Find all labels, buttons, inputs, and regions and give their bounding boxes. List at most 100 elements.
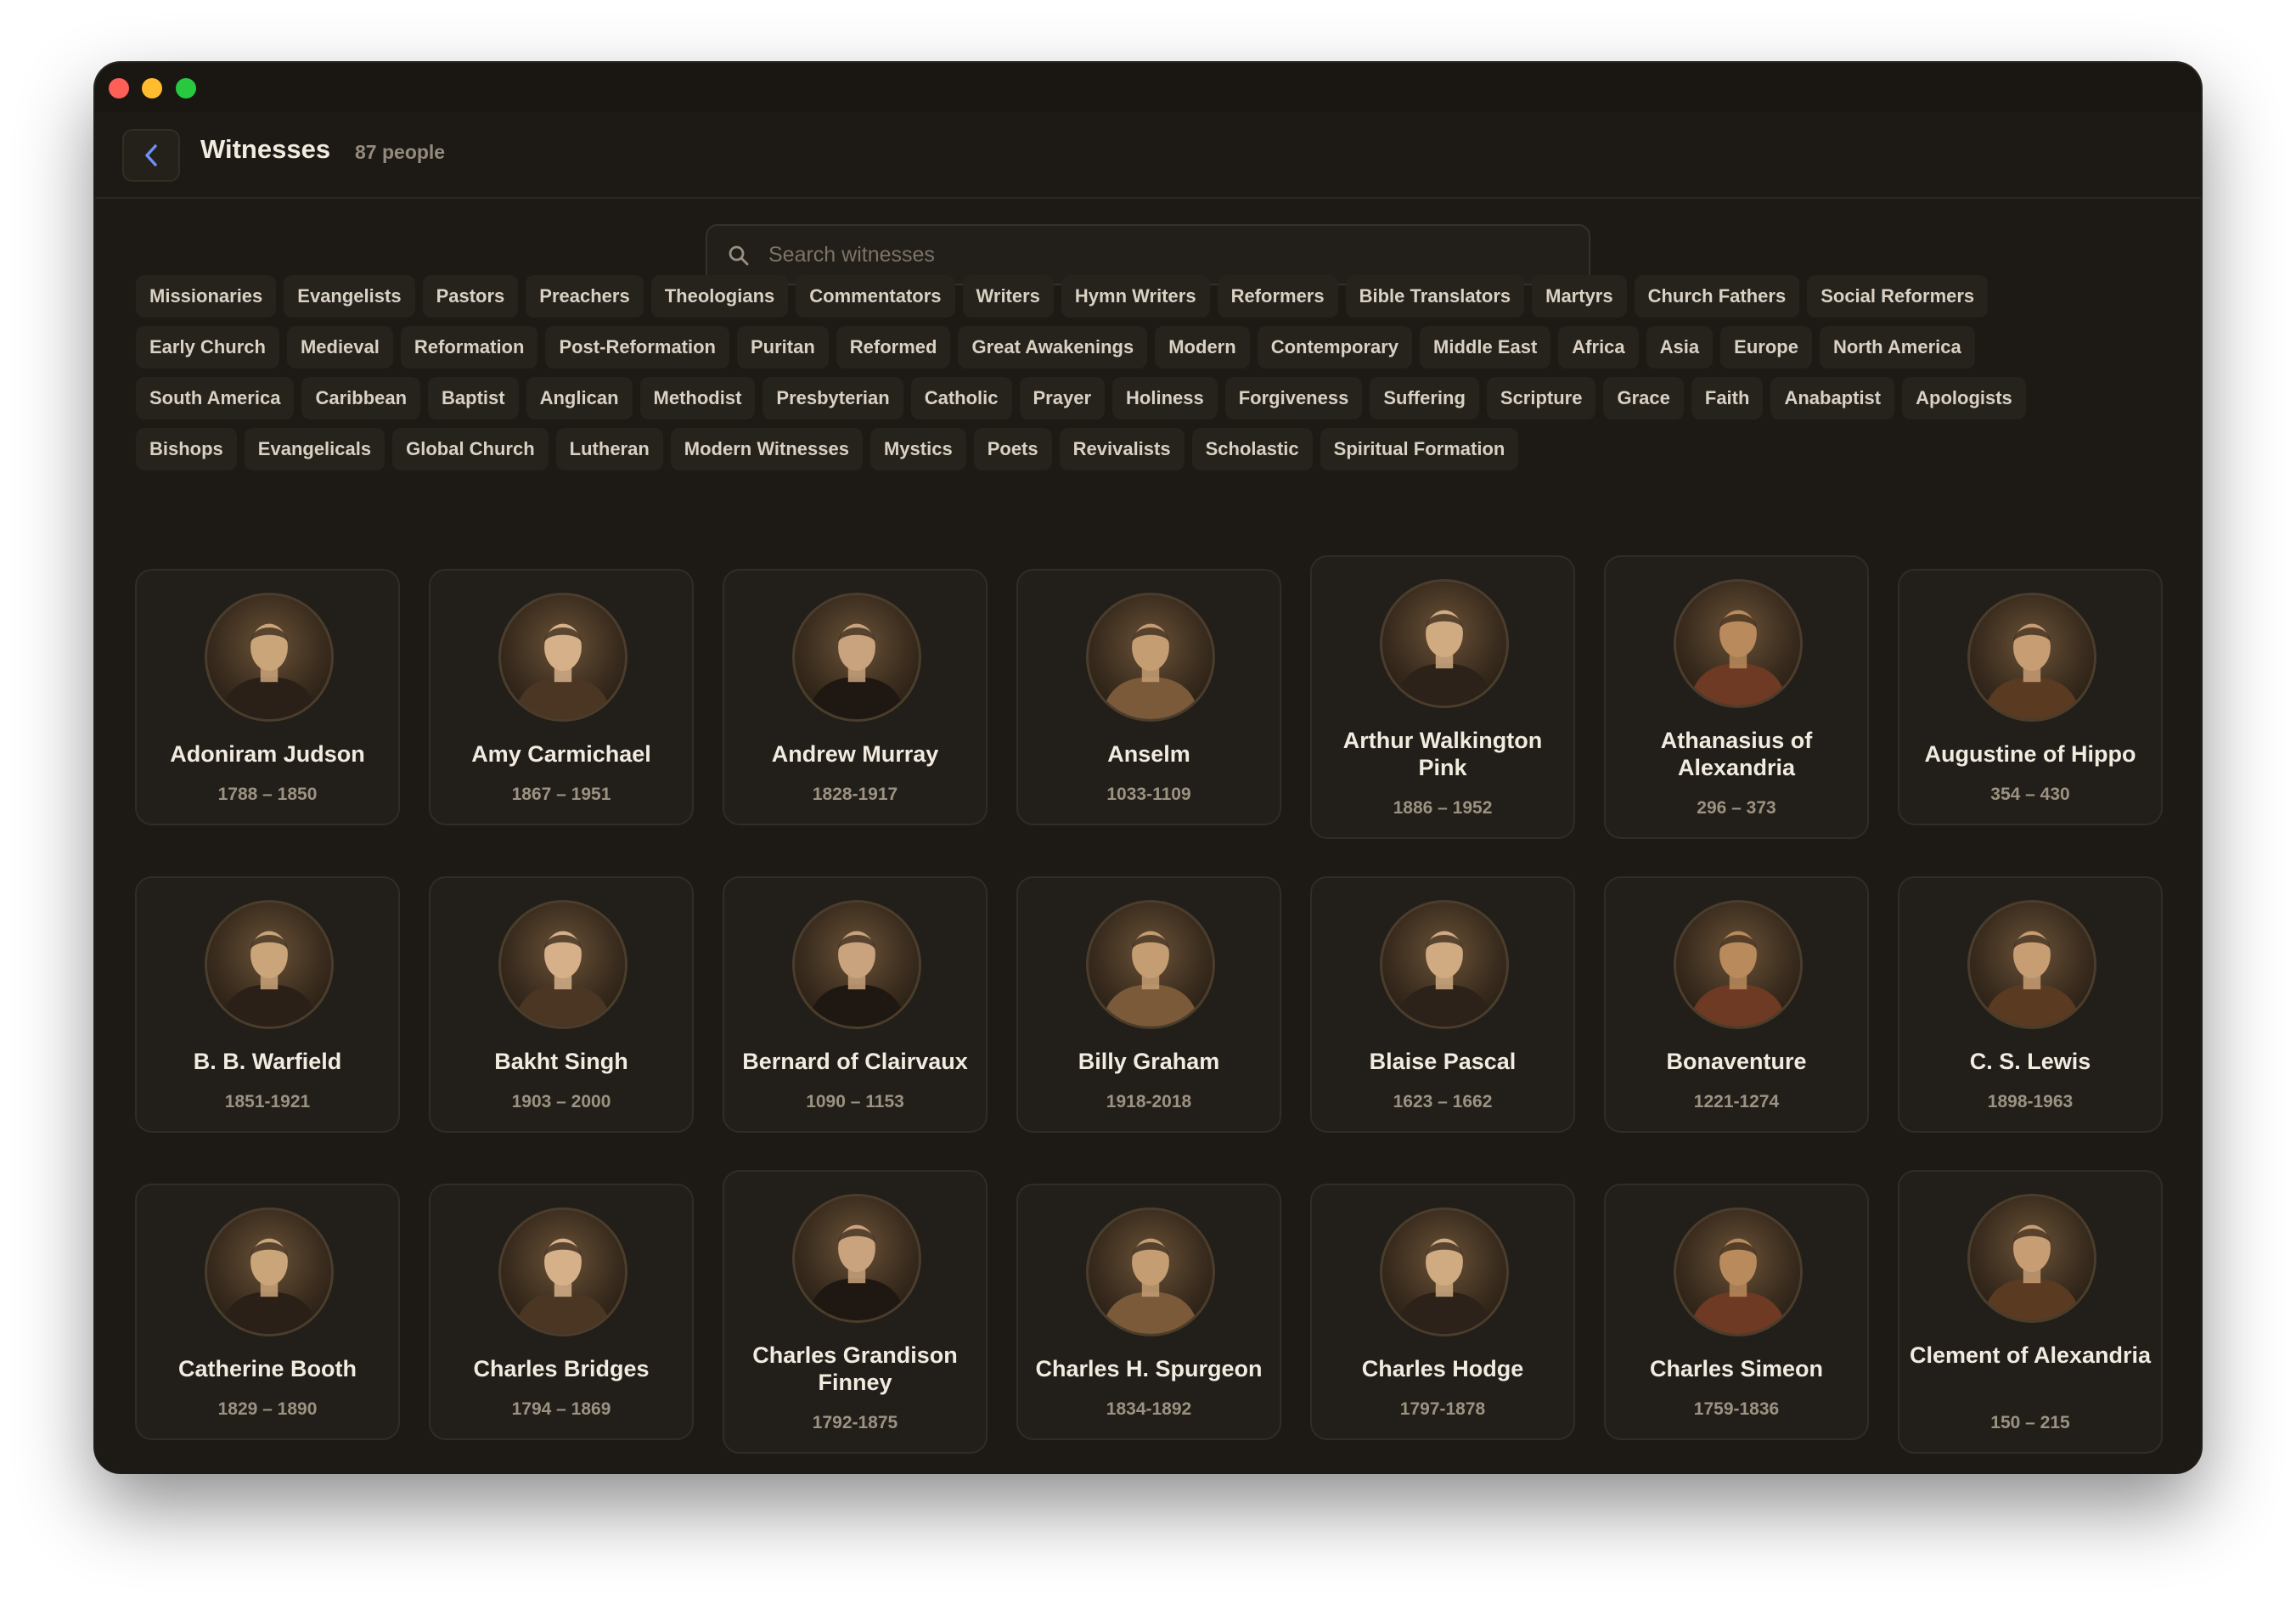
filter-chip[interactable]: Martyrs	[1532, 275, 1627, 318]
filter-chip[interactable]: Prayer	[1019, 377, 1106, 419]
witness-card[interactable]: C. S. Lewis 1898-1963	[1898, 876, 2163, 1133]
witness-card[interactable]: B. B. Warfield 1851-1921	[135, 876, 400, 1133]
portrait-avatar	[1674, 579, 1803, 708]
filter-chip[interactable]: Theologians	[650, 275, 789, 318]
filter-chip[interactable]: Apologists	[1902, 377, 2026, 419]
filter-chip[interactable]: Europe	[1720, 326, 1812, 369]
witness-card[interactable]: Charles Grandison Finney 1792-1875	[723, 1170, 988, 1454]
witness-card[interactable]: Charles Bridges 1794 – 1869	[429, 1184, 694, 1440]
witness-card[interactable]: Catherine Booth 1829 – 1890	[135, 1184, 400, 1440]
filter-chip[interactable]: Forgiveness	[1224, 377, 1363, 419]
witness-name: Bakht Singh	[494, 1049, 628, 1074]
filter-chip[interactable]: Methodist	[639, 377, 756, 419]
filter-row-1: Missionaries Evangelists Pastors Preachers T…	[136, 275, 1989, 318]
witness-name: Charles Simeon	[1649, 1356, 1824, 1381]
witness-card[interactable]: Andrew Murray 1828-1917	[723, 569, 988, 825]
witness-card[interactable]: Athanasius of Alexandria 296 – 373	[1604, 555, 1869, 839]
back-button[interactable]	[122, 129, 180, 182]
witness-name: Augustine of Hippo	[1924, 741, 2136, 767]
filter-chip[interactable]: Africa	[1558, 326, 1639, 369]
witness-card[interactable]: Adoniram Judson 1788 – 1850	[135, 569, 400, 825]
filter-chip[interactable]: North America	[1819, 326, 1975, 369]
filter-chip[interactable]: Evangelicals	[244, 428, 385, 470]
filter-chip[interactable]: Caribbean	[301, 377, 421, 419]
filter-chip[interactable]: Asia	[1646, 326, 1714, 369]
filter-chip[interactable]: Suffering	[1370, 377, 1479, 419]
filter-chip[interactable]: Revivalists	[1059, 428, 1185, 470]
filter-chip[interactable]: Baptist	[428, 377, 519, 419]
filter-chip[interactable]: Hymn Writers	[1061, 275, 1210, 318]
filter-chip[interactable]: Reformed	[836, 326, 951, 369]
witness-card[interactable]: Augustine of Hippo 354 – 430	[1898, 569, 2163, 825]
witness-card[interactable]: Arthur Walkington Pink 1886 – 1952	[1310, 555, 1575, 839]
filter-chip[interactable]: Great Awakenings	[958, 326, 1148, 369]
witness-dates: 1794 – 1869	[511, 1399, 611, 1419]
filter-chip[interactable]: Modern	[1155, 326, 1250, 369]
filter-chip[interactable]: Post-Reformation	[545, 326, 729, 369]
filter-chip[interactable]: South America	[136, 377, 295, 419]
filter-chip[interactable]: Missionaries	[136, 275, 277, 318]
minimize-window-button[interactable]	[142, 78, 162, 98]
filter-chip[interactable]: Preachers	[526, 275, 644, 318]
witness-card[interactable]: Bonaventure 1221-1274	[1604, 876, 1869, 1133]
filter-chip[interactable]: Global Church	[392, 428, 549, 470]
filter-chip[interactable]: Modern Witnesses	[670, 428, 863, 470]
witness-card[interactable]: Anselm 1033-1109	[1016, 569, 1281, 825]
witness-dates: 1797-1878	[1399, 1399, 1486, 1419]
filter-chip[interactable]: Grace	[1603, 377, 1684, 419]
filter-chip[interactable]: Puritan	[737, 326, 829, 369]
witness-card[interactable]: Bernard of Clairvaux 1090 – 1153	[723, 876, 988, 1133]
filter-chip[interactable]: Holiness	[1112, 377, 1218, 419]
filter-chip[interactable]: Catholic	[910, 377, 1012, 419]
filter-chip[interactable]: Scholastic	[1191, 428, 1313, 470]
witness-card[interactable]: Clement of Alexandria 150 – 215	[1898, 1170, 2163, 1454]
filter-chip[interactable]: Early Church	[136, 326, 279, 369]
witness-card[interactable]: Charles H. Spurgeon 1834-1892	[1016, 1184, 1281, 1440]
filter-chip[interactable]: Spiritual Formation	[1320, 428, 1519, 470]
witness-name: Adoniram Judson	[170, 741, 365, 767]
filter-chip[interactable]: Faith	[1691, 377, 1764, 419]
filter-chip[interactable]: Church Fathers	[1634, 275, 1800, 318]
witness-card[interactable]: Charles Hodge 1797-1878	[1310, 1184, 1575, 1440]
portrait-image	[513, 1238, 613, 1334]
filter-chip[interactable]: Bishops	[136, 428, 237, 470]
witness-card[interactable]: Billy Graham 1918-2018	[1016, 876, 1281, 1133]
filter-chip[interactable]: Poets	[973, 428, 1052, 470]
witness-card[interactable]: Charles Simeon 1759-1836	[1604, 1184, 1869, 1440]
portrait-image	[1982, 1224, 2082, 1320]
filter-chip[interactable]: Scripture	[1486, 377, 1596, 419]
filter-chip[interactable]: Bible Translators	[1345, 275, 1525, 318]
witness-card[interactable]: Blaise Pascal 1623 – 1662	[1310, 876, 1575, 1133]
filter-chip[interactable]: Reformation	[400, 326, 538, 369]
filter-chip[interactable]: Writers	[962, 275, 1054, 318]
filter-chip[interactable]: Anabaptist	[1770, 377, 1895, 419]
filter-chip[interactable]: Contemporary	[1257, 326, 1413, 369]
witness-dates: 1759-1836	[1693, 1399, 1780, 1419]
filter-chip[interactable]: Reformers	[1217, 275, 1338, 318]
chevron-left-icon	[145, 144, 157, 166]
filter-chip[interactable]: Evangelists	[284, 275, 415, 318]
close-window-button[interactable]	[109, 78, 129, 98]
witness-name: Amy Carmichael	[471, 741, 651, 767]
filter-chip[interactable]: Social Reformers	[1807, 275, 1989, 318]
filter-chip[interactable]: Presbyterian	[763, 377, 903, 419]
witness-dates: 1898-1963	[1987, 1092, 2074, 1111]
filter-chip[interactable]: Commentators	[796, 275, 955, 318]
witness-card[interactable]: Amy Carmichael 1867 – 1951	[429, 569, 694, 825]
witness-dates: 1828-1917	[812, 785, 898, 804]
portrait-image	[219, 623, 319, 719]
filter-chip[interactable]: Mystics	[869, 428, 966, 470]
filter-chip[interactable]: Anglican	[526, 377, 633, 419]
filter-chip[interactable]: Pastors	[422, 275, 519, 318]
witness-name: Catherine Booth	[177, 1356, 357, 1381]
portrait-avatar	[1967, 900, 2096, 1029]
zoom-window-button[interactable]	[176, 78, 196, 98]
witness-dates: 1903 – 2000	[511, 1092, 611, 1111]
witness-dates: 296 – 373	[1697, 798, 1776, 818]
witness-dates: 1829 – 1890	[217, 1399, 318, 1419]
filter-chip[interactable]: Lutheran	[555, 428, 663, 470]
witness-card[interactable]: Bakht Singh 1903 – 2000	[429, 876, 694, 1133]
filter-chip[interactable]: Medieval	[286, 326, 393, 369]
portrait-image	[807, 931, 907, 1027]
filter-chip[interactable]: Middle East	[1420, 326, 1551, 369]
